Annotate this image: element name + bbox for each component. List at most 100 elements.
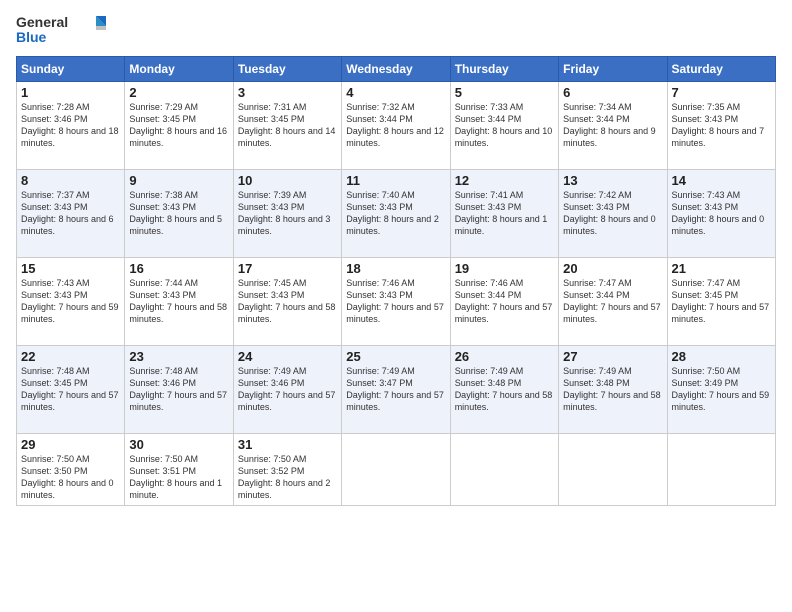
day-number: 10 (238, 173, 337, 188)
cell-info: Sunrise: 7:49 AMSunset: 3:47 PMDaylight:… (346, 366, 444, 412)
cell-info: Sunrise: 7:43 AMSunset: 3:43 PMDaylight:… (21, 278, 119, 324)
calendar-cell: 16 Sunrise: 7:44 AMSunset: 3:43 PMDaylig… (125, 258, 233, 346)
cell-info: Sunrise: 7:50 AMSunset: 3:50 PMDaylight:… (21, 454, 114, 500)
calendar-cell: 15 Sunrise: 7:43 AMSunset: 3:43 PMDaylig… (17, 258, 125, 346)
day-number: 11 (346, 173, 445, 188)
calendar-cell: 31 Sunrise: 7:50 AMSunset: 3:52 PMDaylig… (233, 434, 341, 506)
calendar-cell (667, 434, 775, 506)
day-number: 23 (129, 349, 228, 364)
page: General Blue SundayMondayTuesdayWednesda… (0, 0, 792, 612)
cell-info: Sunrise: 7:47 AMSunset: 3:45 PMDaylight:… (672, 278, 770, 324)
day-number: 28 (672, 349, 771, 364)
cell-info: Sunrise: 7:35 AMSunset: 3:43 PMDaylight:… (672, 102, 765, 148)
calendar-cell: 1 Sunrise: 7:28 AMSunset: 3:46 PMDayligh… (17, 82, 125, 170)
day-number: 1 (21, 85, 120, 100)
calendar-cell: 19 Sunrise: 7:46 AMSunset: 3:44 PMDaylig… (450, 258, 558, 346)
cell-info: Sunrise: 7:46 AMSunset: 3:43 PMDaylight:… (346, 278, 444, 324)
calendar-cell: 23 Sunrise: 7:48 AMSunset: 3:46 PMDaylig… (125, 346, 233, 434)
logo-svg: General Blue (16, 10, 106, 50)
calendar-cell: 27 Sunrise: 7:49 AMSunset: 3:48 PMDaylig… (559, 346, 667, 434)
calendar-cell: 13 Sunrise: 7:42 AMSunset: 3:43 PMDaylig… (559, 170, 667, 258)
day-number: 29 (21, 437, 120, 452)
col-header-monday: Monday (125, 57, 233, 82)
day-number: 31 (238, 437, 337, 452)
header: General Blue (16, 10, 776, 50)
calendar-cell: 5 Sunrise: 7:33 AMSunset: 3:44 PMDayligh… (450, 82, 558, 170)
svg-text:Blue: Blue (16, 29, 47, 45)
calendar-cell: 10 Sunrise: 7:39 AMSunset: 3:43 PMDaylig… (233, 170, 341, 258)
cell-info: Sunrise: 7:28 AMSunset: 3:46 PMDaylight:… (21, 102, 119, 148)
header-row: SundayMondayTuesdayWednesdayThursdayFrid… (17, 57, 776, 82)
day-number: 27 (563, 349, 662, 364)
day-number: 19 (455, 261, 554, 276)
cell-info: Sunrise: 7:46 AMSunset: 3:44 PMDaylight:… (455, 278, 553, 324)
day-number: 12 (455, 173, 554, 188)
calendar-cell: 17 Sunrise: 7:45 AMSunset: 3:43 PMDaylig… (233, 258, 341, 346)
calendar-table: SundayMondayTuesdayWednesdayThursdayFrid… (16, 56, 776, 506)
calendar-cell: 9 Sunrise: 7:38 AMSunset: 3:43 PMDayligh… (125, 170, 233, 258)
cell-info: Sunrise: 7:49 AMSunset: 3:46 PMDaylight:… (238, 366, 336, 412)
day-number: 22 (21, 349, 120, 364)
day-number: 24 (238, 349, 337, 364)
day-number: 4 (346, 85, 445, 100)
calendar-cell: 12 Sunrise: 7:41 AMSunset: 3:43 PMDaylig… (450, 170, 558, 258)
day-number: 30 (129, 437, 228, 452)
col-header-friday: Friday (559, 57, 667, 82)
col-header-thursday: Thursday (450, 57, 558, 82)
calendar-cell: 30 Sunrise: 7:50 AMSunset: 3:51 PMDaylig… (125, 434, 233, 506)
cell-info: Sunrise: 7:37 AMSunset: 3:43 PMDaylight:… (21, 190, 114, 236)
cell-info: Sunrise: 7:48 AMSunset: 3:46 PMDaylight:… (129, 366, 227, 412)
calendar-cell: 8 Sunrise: 7:37 AMSunset: 3:43 PMDayligh… (17, 170, 125, 258)
cell-info: Sunrise: 7:45 AMSunset: 3:43 PMDaylight:… (238, 278, 336, 324)
calendar-cell (450, 434, 558, 506)
cell-info: Sunrise: 7:43 AMSunset: 3:43 PMDaylight:… (672, 190, 765, 236)
day-number: 2 (129, 85, 228, 100)
cell-info: Sunrise: 7:29 AMSunset: 3:45 PMDaylight:… (129, 102, 227, 148)
week-row-1: 1 Sunrise: 7:28 AMSunset: 3:46 PMDayligh… (17, 82, 776, 170)
calendar-cell (559, 434, 667, 506)
calendar-cell: 22 Sunrise: 7:48 AMSunset: 3:45 PMDaylig… (17, 346, 125, 434)
calendar-cell: 3 Sunrise: 7:31 AMSunset: 3:45 PMDayligh… (233, 82, 341, 170)
calendar-cell: 20 Sunrise: 7:47 AMSunset: 3:44 PMDaylig… (559, 258, 667, 346)
svg-text:General: General (16, 14, 68, 30)
calendar-cell: 7 Sunrise: 7:35 AMSunset: 3:43 PMDayligh… (667, 82, 775, 170)
cell-info: Sunrise: 7:33 AMSunset: 3:44 PMDaylight:… (455, 102, 553, 148)
day-number: 16 (129, 261, 228, 276)
cell-info: Sunrise: 7:31 AMSunset: 3:45 PMDaylight:… (238, 102, 336, 148)
day-number: 7 (672, 85, 771, 100)
calendar-cell: 18 Sunrise: 7:46 AMSunset: 3:43 PMDaylig… (342, 258, 450, 346)
calendar-cell: 21 Sunrise: 7:47 AMSunset: 3:45 PMDaylig… (667, 258, 775, 346)
calendar-cell (342, 434, 450, 506)
cell-info: Sunrise: 7:50 AMSunset: 3:51 PMDaylight:… (129, 454, 222, 500)
day-number: 25 (346, 349, 445, 364)
col-header-wednesday: Wednesday (342, 57, 450, 82)
cell-info: Sunrise: 7:50 AMSunset: 3:49 PMDaylight:… (672, 366, 770, 412)
calendar-cell: 4 Sunrise: 7:32 AMSunset: 3:44 PMDayligh… (342, 82, 450, 170)
calendar-cell: 2 Sunrise: 7:29 AMSunset: 3:45 PMDayligh… (125, 82, 233, 170)
cell-info: Sunrise: 7:41 AMSunset: 3:43 PMDaylight:… (455, 190, 548, 236)
cell-info: Sunrise: 7:38 AMSunset: 3:43 PMDaylight:… (129, 190, 222, 236)
calendar-cell: 28 Sunrise: 7:50 AMSunset: 3:49 PMDaylig… (667, 346, 775, 434)
cell-info: Sunrise: 7:44 AMSunset: 3:43 PMDaylight:… (129, 278, 227, 324)
day-number: 15 (21, 261, 120, 276)
col-header-sunday: Sunday (17, 57, 125, 82)
cell-info: Sunrise: 7:42 AMSunset: 3:43 PMDaylight:… (563, 190, 656, 236)
day-number: 20 (563, 261, 662, 276)
calendar-cell: 14 Sunrise: 7:43 AMSunset: 3:43 PMDaylig… (667, 170, 775, 258)
col-header-saturday: Saturday (667, 57, 775, 82)
calendar-cell: 24 Sunrise: 7:49 AMSunset: 3:46 PMDaylig… (233, 346, 341, 434)
day-number: 26 (455, 349, 554, 364)
week-row-4: 22 Sunrise: 7:48 AMSunset: 3:45 PMDaylig… (17, 346, 776, 434)
day-number: 6 (563, 85, 662, 100)
day-number: 5 (455, 85, 554, 100)
cell-info: Sunrise: 7:34 AMSunset: 3:44 PMDaylight:… (563, 102, 656, 148)
calendar-cell: 26 Sunrise: 7:49 AMSunset: 3:48 PMDaylig… (450, 346, 558, 434)
cell-info: Sunrise: 7:48 AMSunset: 3:45 PMDaylight:… (21, 366, 119, 412)
day-number: 14 (672, 173, 771, 188)
day-number: 21 (672, 261, 771, 276)
week-row-2: 8 Sunrise: 7:37 AMSunset: 3:43 PMDayligh… (17, 170, 776, 258)
day-number: 8 (21, 173, 120, 188)
day-number: 13 (563, 173, 662, 188)
calendar-cell: 29 Sunrise: 7:50 AMSunset: 3:50 PMDaylig… (17, 434, 125, 506)
logo: General Blue (16, 10, 106, 50)
